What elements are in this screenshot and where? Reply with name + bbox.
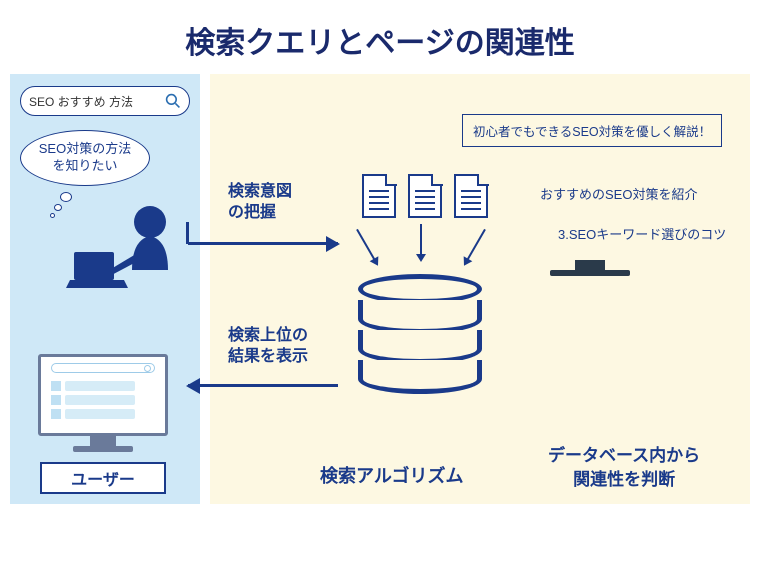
snippet-text: おすすめのSEO対策を紹介 <box>540 184 697 203</box>
arrow-to-user <box>188 384 338 387</box>
thought-line2: を知りたい <box>52 158 117 173</box>
search-icon <box>165 93 181 109</box>
snippet-boxed: 初心者でもできるSEO対策を優しく解説！ <box>462 114 722 147</box>
arrow-to-algorithm <box>188 242 338 245</box>
doc-to-db-arrow <box>420 224 422 260</box>
arrow-label-to-user: 検索上位の結果を表示 <box>228 326 308 368</box>
thought-line1: SEO対策の方法 <box>39 141 131 156</box>
arrow-connector <box>186 222 189 244</box>
person-at-laptop-icon <box>50 174 200 314</box>
documents-icon <box>350 174 500 234</box>
algorithm-label: 検索アルゴリズム <box>320 462 463 488</box>
diagram-title: 検索クエリとページの関連性 <box>0 0 760 74</box>
arrow-label-to-algorithm: 検索意図の把握 <box>228 182 292 224</box>
results-monitor-icon <box>38 354 168 454</box>
database-icon <box>358 274 482 394</box>
search-bar: SEO おすすめ 方法 <box>20 86 190 116</box>
diagram-canvas: SEO おすすめ 方法 SEO対策の方法 を知りたい ユーザー <box>10 74 750 514</box>
search-query-text: SEO おすすめ 方法 <box>29 93 133 110</box>
snippet-text: 3.SEOキーワード選びのコツ <box>558 224 726 243</box>
user-label: ユーザー <box>40 462 166 494</box>
database-label: データベース内から関連性を判断 <box>548 444 700 492</box>
